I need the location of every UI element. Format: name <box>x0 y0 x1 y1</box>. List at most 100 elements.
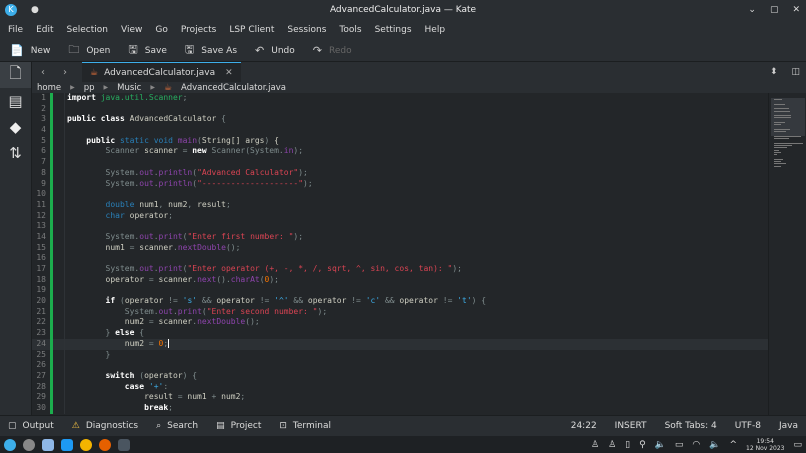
fold-gutter[interactable] <box>53 178 65 190</box>
clock[interactable]: 19:54 12 Nov 2023 <box>746 438 784 452</box>
audio-icon[interactable]: 🔈 <box>655 440 666 450</box>
pin-icon[interactable]: ⬍ <box>770 67 778 77</box>
fold-gutter[interactable] <box>53 285 65 297</box>
show-desktop-icon[interactable]: ▭ <box>793 440 802 450</box>
menu-lsp-client[interactable]: LSP Client <box>229 25 274 35</box>
fold-gutter[interactable] <box>53 146 65 158</box>
battery-icon[interactable]: ▭ <box>675 440 684 450</box>
fold-gutter[interactable] <box>53 167 65 179</box>
menu-projects[interactable]: Projects <box>181 25 216 35</box>
network-icon[interactable]: ◠ <box>692 440 700 450</box>
app-launcher-icon[interactable] <box>4 438 16 451</box>
fold-gutter[interactable] <box>53 231 65 243</box>
new-button[interactable]: 📄 New <box>10 44 50 57</box>
crumb-music[interactable]: Music <box>117 83 141 93</box>
symbols-icon[interactable]: ⇅ <box>0 140 31 166</box>
save-as-button[interactable]: 🖫 Save As <box>185 41 237 60</box>
fold-gutter[interactable] <box>53 242 65 254</box>
indentation-settings[interactable]: Soft Tabs: 4 <box>665 421 717 431</box>
crumb-home[interactable]: home <box>37 83 61 93</box>
tab-advancedcalculator[interactable]: ☕ AdvancedCalculator.java ✕ <box>82 62 241 82</box>
fold-gutter[interactable] <box>53 210 65 222</box>
forward-icon[interactable]: › <box>54 67 76 78</box>
minimize-button[interactable]: ⌄ <box>748 5 756 15</box>
code-token: 'c' <box>365 296 385 306</box>
menu-selection[interactable]: Selection <box>67 25 108 35</box>
clipboard-icon[interactable]: ▯ <box>625 440 630 450</box>
menu-sessions[interactable]: Sessions <box>287 25 326 35</box>
fold-gutter[interactable] <box>53 328 65 339</box>
files-app-icon[interactable] <box>42 438 54 451</box>
tab-terminal[interactable]: ⊡ Terminal <box>279 421 331 431</box>
fold-gutter[interactable] <box>53 157 65 168</box>
chrome-app-icon[interactable] <box>80 438 92 451</box>
fold-gutter[interactable] <box>53 93 65 104</box>
input-mode[interactable]: INSERT <box>615 421 647 431</box>
redo-button[interactable]: ↷ Redo <box>313 44 352 57</box>
users-icon[interactable]: ♙ <box>608 440 616 450</box>
fold-gutter[interactable] <box>53 114 65 126</box>
fold-gutter[interactable] <box>53 199 65 211</box>
maximize-button[interactable]: ▢ <box>770 5 779 15</box>
menu-tools[interactable]: Tools <box>339 25 361 35</box>
menu-edit[interactable]: Edit <box>36 25 53 35</box>
fold-gutter[interactable] <box>53 296 65 307</box>
user-icon[interactable]: ♙ <box>591 440 599 450</box>
crumb-pp[interactable]: pp <box>84 83 95 93</box>
minimap-line <box>774 99 783 100</box>
fold-gutter[interactable] <box>53 253 65 264</box>
tab-diagnostics[interactable]: ⚠ Diagnostics <box>72 421 138 431</box>
fold-gutter[interactable] <box>53 264 65 275</box>
open-button[interactable]: 🗀 Open <box>68 41 110 60</box>
menu-file[interactable]: File <box>8 25 23 35</box>
settings-app-icon[interactable] <box>23 438 35 451</box>
tray-expand-icon[interactable]: ^ <box>730 440 738 450</box>
undo-button[interactable]: ↶ Undo <box>255 44 295 57</box>
back-icon[interactable]: ‹ <box>32 67 54 78</box>
volume-icon[interactable]: 🔈 <box>709 440 720 450</box>
tab-project[interactable]: ▤ Project <box>216 421 261 431</box>
syntax-mode[interactable]: Java <box>779 421 798 431</box>
git-icon[interactable]: ◆ <box>0 114 31 140</box>
firefox-app-icon[interactable] <box>99 438 111 451</box>
menu-go[interactable]: Go <box>155 25 167 35</box>
split-view-icon[interactable]: ◫ <box>791 67 800 77</box>
code-line: 20 if (operator != 's' && operator != '^… <box>32 296 768 307</box>
tab-output[interactable]: ▢ Output <box>8 421 54 431</box>
cursor-position[interactable]: 24:22 <box>571 421 597 431</box>
fold-gutter[interactable] <box>53 274 65 286</box>
menu-help[interactable]: Help <box>425 25 446 35</box>
fold-gutter[interactable] <box>53 317 65 329</box>
fold-gutter[interactable] <box>53 103 65 115</box>
fold-gutter[interactable] <box>53 381 65 393</box>
tab-close-icon[interactable]: ✕ <box>225 68 233 78</box>
filesystem-browser-icon[interactable]: ▤ <box>0 88 31 114</box>
fold-gutter[interactable] <box>53 402 65 414</box>
notifications-icon[interactable]: ⚲ <box>639 440 646 450</box>
fold-gutter[interactable] <box>53 392 65 403</box>
save-button[interactable]: 🖫 Save <box>128 41 166 60</box>
fold-gutter[interactable] <box>53 360 65 371</box>
code-editor[interactable]: 1 import java.util.Scanner; 2 3 public class… <box>32 93 768 415</box>
fold-gutter[interactable] <box>53 135 65 147</box>
fold-gutter[interactable] <box>53 189 65 200</box>
fold-gutter[interactable] <box>53 370 65 382</box>
code-line: 16 <box>32 253 768 264</box>
fold-gutter[interactable] <box>53 349 65 361</box>
minimap[interactable] <box>768 93 806 415</box>
menu-view[interactable]: View <box>121 25 142 35</box>
crumb-file[interactable]: AdvancedCalculator.java <box>181 83 286 93</box>
fold-gutter[interactable] <box>53 221 65 232</box>
search-label: Search <box>167 421 199 431</box>
fold-gutter[interactable] <box>53 306 65 318</box>
fold-gutter[interactable] <box>53 125 65 136</box>
kate-task-icon[interactable] <box>118 438 130 451</box>
code-token: = <box>182 146 193 156</box>
documents-icon[interactable]: 🗋 <box>0 62 31 88</box>
close-button[interactable]: ✕ <box>792 5 800 15</box>
fold-gutter[interactable] <box>53 338 65 350</box>
menu-settings[interactable]: Settings <box>375 25 412 35</box>
tab-search[interactable]: ⌕ Search <box>156 421 198 431</box>
encoding[interactable]: UTF-8 <box>735 421 761 431</box>
dolphin-app-icon[interactable] <box>61 438 73 451</box>
